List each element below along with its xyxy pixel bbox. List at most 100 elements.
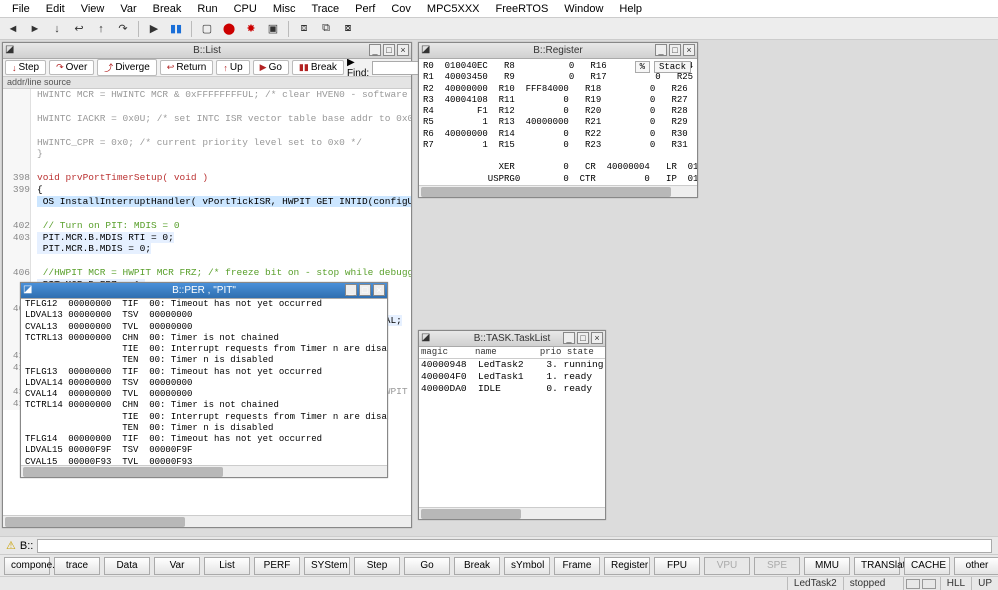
task-window-title: B::TASK.TaskList [474,333,551,344]
per-content[interactable]: TFLG12 00000000 TIF 00: Timeout has not … [21,299,387,465]
maximize-icon[interactable]: □ [383,44,395,56]
per-window-titlebar[interactable]: ◪ B::PER , "PIT" _ □ × [21,283,387,299]
status-task: LedTask2 [787,577,843,590]
list-window-toolbar: ↓Step ↷Over ⤴Diverge ↩Return ↑Up ▶Go ▮▮B… [3,59,411,77]
pause-icon[interactable]: ▮▮ [167,20,185,38]
menu-help[interactable]: Help [611,1,650,17]
menu-freertos[interactable]: FreeRTOS [488,1,557,17]
maximize-icon[interactable]: □ [359,284,371,296]
percent-button[interactable]: % [635,61,650,73]
bb-spe: SPE [754,557,800,575]
bb-mmu[interactable]: MMU [804,557,850,575]
record-icon[interactable]: ⬤ [220,20,238,38]
bb-step[interactable]: Step [354,557,400,575]
bottom-button-bar: compone...traceDataVarListPERFSYStemStep… [0,554,998,576]
continue-icon[interactable]: ▶ [145,20,163,38]
task-window: ◪ B::TASK.TaskList _ □ × magic name prio… [418,330,606,520]
menu-window[interactable]: Window [556,1,611,17]
per-text: TFLG12 00000000 TIF 00: Timeout has not … [25,299,383,465]
find-input[interactable] [372,61,422,75]
up-button[interactable]: ↑Up [216,60,249,75]
bb-trace[interactable]: trace [54,557,100,575]
find-label: ▶ Find: [347,57,372,79]
back-icon[interactable]: ◄ [4,20,22,38]
maximize-icon[interactable]: □ [669,44,681,56]
menu-misc[interactable]: Misc [265,1,304,17]
step-over-icon[interactable]: ↷ [114,20,132,38]
bb-system[interactable]: SYStem [304,557,350,575]
close-icon[interactable]: × [373,284,385,296]
menu-file[interactable]: File [4,1,38,17]
step-button[interactable]: ↓Step [5,60,46,75]
bb-compone[interactable]: compone... [4,557,50,575]
layout1-icon[interactable]: ⧈ [295,20,313,38]
register-window-title: B::Register [533,45,582,56]
minimize-icon[interactable]: _ [369,44,381,56]
step-up-icon[interactable]: ↑ [92,20,110,38]
forward-icon[interactable]: ► [26,20,44,38]
menu-cpu[interactable]: CPU [226,1,265,17]
menu-break[interactable]: Break [145,1,190,17]
maximize-icon[interactable]: □ [577,332,589,344]
bug-icon[interactable]: ✸ [242,20,260,38]
menu-view[interactable]: View [73,1,113,17]
menu-cov[interactable]: Cov [383,1,419,17]
register-content[interactable]: % Stack R0 010040EC R8 0 R16 0 R24 0 R1 … [419,59,697,185]
menu-perf[interactable]: Perf [347,1,383,17]
bb-var[interactable]: Var [154,557,200,575]
per-window-title: B::PER , "PIT" [172,285,236,296]
bb-break[interactable]: Break [454,557,500,575]
close-icon[interactable]: × [591,332,603,344]
task-window-titlebar[interactable]: ◪ B::TASK.TaskList _ □ × [419,331,605,347]
bb-list[interactable]: List [204,557,250,575]
chip-icon[interactable]: ▣ [264,20,282,38]
bb-frame[interactable]: Frame [554,557,600,575]
minimize-icon[interactable]: _ [345,284,357,296]
menu-var[interactable]: Var [112,1,144,17]
main-toolbar: ◄ ► ↓ ↩ ↑ ↷ ▶ ▮▮ ▢ ⬤ ✸ ▣ ⧈ ⧉ ⧇ [0,18,998,40]
return-button[interactable]: ↩Return [160,60,214,75]
bb-go[interactable]: Go [404,557,450,575]
step-return-icon[interactable]: ↩ [70,20,88,38]
close-icon[interactable]: × [683,44,695,56]
menu-run[interactable]: Run [189,1,225,17]
bb-perf[interactable]: PERF [254,557,300,575]
bb-fpu[interactable]: FPU [654,557,700,575]
step-down-icon[interactable]: ↓ [48,20,66,38]
bb-data[interactable]: Data [104,557,150,575]
per-window: ◪ B::PER , "PIT" _ □ × TFLG12 00000000 T… [20,282,388,478]
layout2-icon[interactable]: ⧉ [317,20,335,38]
bb-cache[interactable]: CACHE [904,557,950,575]
list-window-titlebar[interactable]: ◪ B::List _ □ × [3,43,411,59]
command-input[interactable] [37,539,992,553]
layout3-icon[interactable]: ⧇ [339,20,357,38]
over-button[interactable]: ↷Over [49,60,94,75]
task-content[interactable]: magic name prio state 40000948 LedTask2 … [419,347,605,507]
menu-mpc5xxx[interactable]: MPC5XXX [419,1,488,17]
main-menu-bar: FileEditViewVarBreakRunCPUMiscTracePerfC… [0,0,998,18]
break-button[interactable]: ▮▮Break [292,60,344,75]
close-icon[interactable]: × [397,44,409,56]
task-rows: 40000948 LedTask2 3. running 400004F0 Le… [419,359,605,395]
go-button[interactable]: ▶Go [253,60,289,75]
bb-symbol[interactable]: sYmbol [504,557,550,575]
bb-translati[interactable]: TRANSlati... [854,557,900,575]
bb-other[interactable]: other [954,557,998,575]
list-h-scrollbar[interactable] [3,515,411,527]
register-window-titlebar[interactable]: ◪ B::Register _ □ × [419,43,697,59]
task-h-scrollbar[interactable] [419,507,605,519]
register-h-scrollbar[interactable] [419,185,697,197]
stop-icon[interactable]: ▢ [198,20,216,38]
minimize-icon[interactable]: _ [563,332,575,344]
window-icon: ◪ [421,44,433,56]
diverge-button[interactable]: ⤴Diverge [97,59,156,76]
stack-button[interactable]: Stack [654,61,691,73]
menu-trace[interactable]: Trace [303,1,347,17]
minimize-icon[interactable]: _ [655,44,667,56]
bb-register[interactable]: Register [604,557,650,575]
per-h-scrollbar[interactable] [21,465,387,477]
warning-icon: ⚠ [6,539,16,552]
menu-edit[interactable]: Edit [38,1,73,17]
task-header: magic name prio state [419,347,605,359]
window-icon: ◪ [421,332,433,344]
